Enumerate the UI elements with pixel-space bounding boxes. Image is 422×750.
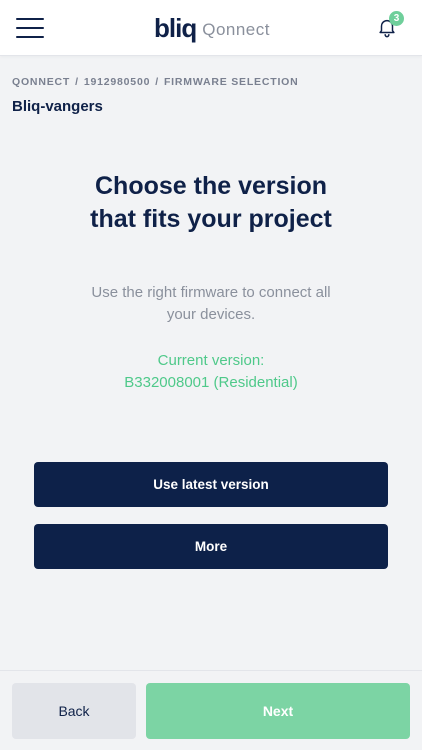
notification-count-badge: 3: [389, 11, 404, 26]
logo-product-name: Qonnect: [202, 20, 270, 39]
current-version-label: Current version:: [157, 352, 265, 369]
current-version: Current version: B332008001 (Residential…: [60, 350, 362, 394]
hero-title-line: that fits your project: [90, 205, 332, 233]
current-version-value: B332008001 (Residential): [124, 374, 298, 391]
app-logo: bliq Qonnect: [154, 12, 270, 44]
hero-description: Use the right firmware to connect all yo…: [60, 282, 362, 326]
more-button[interactable]: More: [34, 524, 388, 569]
breadcrumb-item-qonnect[interactable]: QONNECT: [12, 76, 70, 88]
hamburger-menu-button[interactable]: [12, 12, 50, 44]
footer-bar: Back Next: [0, 670, 422, 750]
next-button[interactable]: Next: [146, 683, 410, 739]
description-line: Use the right firmware to connect all: [91, 284, 331, 301]
breadcrumb: QONNECT / 1912980500 / FIRMWARE SELECTION: [12, 76, 299, 88]
back-button[interactable]: Back: [12, 683, 136, 739]
use-latest-version-button[interactable]: Use latest version: [34, 462, 388, 507]
breadcrumb-item-current: FIRMWARE SELECTION: [163, 76, 299, 88]
description-line: your devices.: [166, 306, 256, 323]
hamburger-icon-line: [16, 27, 44, 29]
breadcrumb-separator: /: [155, 76, 159, 88]
breadcrumb-item-device[interactable]: 1912980500: [84, 76, 150, 88]
hamburger-icon-line: [16, 18, 44, 20]
breadcrumb-separator: /: [75, 76, 79, 88]
hamburger-icon-line: [16, 36, 44, 38]
page-title: Bliq-vangers: [12, 98, 103, 115]
logo-mark: bliq: [154, 13, 197, 43]
app-header: bliq Qonnect 3: [0, 0, 422, 56]
hero-title: Choose the version that fits your projec…: [20, 170, 402, 236]
hero-title-line: Choose the version: [95, 172, 327, 200]
